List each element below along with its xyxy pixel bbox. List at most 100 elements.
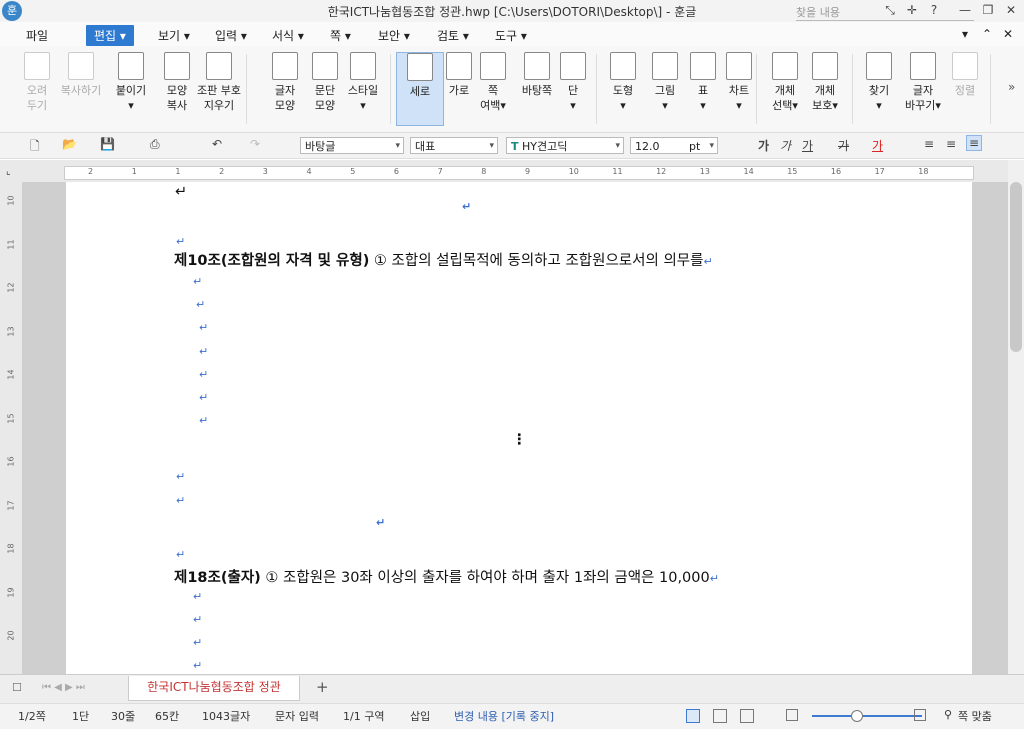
format-painter-icon [164,52,190,80]
undo-icon[interactable]: ↶ [212,137,222,151]
ruler-number: 11 [612,167,623,176]
font-select[interactable]: T HY견고딕 ▾ [506,137,624,154]
shape-label-2: ▾ [620,99,626,112]
return-mark: ↵ [193,590,203,603]
zoom-in-icon[interactable] [914,709,926,721]
style-select[interactable]: 바탕글 ▾ [300,137,404,154]
tab-nav-icons[interactable]: ⏮ ◀ ▶ ⏭ [42,682,85,693]
page-margin-button[interactable]: 쪽여백▾ [470,52,516,113]
vertical-ruler [0,182,22,674]
remove-codes-label-2: 지우기 [203,99,235,112]
scrollbar-thumb[interactable] [1010,182,1022,352]
strikethrough-button[interactable]: 가 [838,137,849,154]
page-margin-label: 쪽 [487,84,499,97]
page-margin-label-2: 여백▾ [480,99,506,112]
format-painter-button[interactable]: 모양 복사 [154,52,200,113]
zoom-out-icon[interactable] [786,709,798,721]
article-10-item-4: ↵ [199,389,208,405]
return-mark: ↵ [193,636,203,649]
remove-codes-button[interactable]: 조판 부호지우기 [196,52,242,113]
sort-label: 정렬 [954,84,976,97]
menu-format[interactable]: 서식 ▾ [272,27,304,44]
tab-list-icon[interactable]: ☐ [12,681,22,694]
zoom-slider-handle[interactable] [851,710,863,722]
zoom-fit-label[interactable]: 쪽 맞춤 [958,708,992,724]
add-tab-button[interactable]: + [316,678,329,696]
view-width-icon[interactable] [713,709,727,723]
find-button[interactable]: 찾기 ▾ [856,52,902,113]
article-10-line-3: ↵ [196,296,205,312]
outline-select[interactable]: 대표 ▾ [410,137,498,154]
align-justify-icon[interactable]: ≡ [924,137,934,151]
paste-button[interactable]: 붙이기 ▾ [108,52,154,113]
shape-button[interactable]: 도형 ▾ [600,52,646,113]
article-18-line-2: ↵ [193,588,202,604]
menu-view[interactable]: 보기 ▾ [158,27,190,44]
font-color-button[interactable]: 가 [872,137,883,154]
cut-button[interactable]: 오려 두기 [14,52,60,113]
return-mark: ↵ [376,516,386,529]
ribbon-more-icon[interactable]: » [1008,80,1015,94]
style-button[interactable]: 스타일 ▾ [340,52,386,113]
return-mark: ↵ [176,470,186,483]
search-input[interactable]: 찾을 내용 [796,4,974,21]
article-10-text-1: ① 조합의 설립목적에 동의하고 조합원으로서의 의무를 [369,253,704,269]
ribbon-separator [756,54,757,124]
menu-file[interactable]: 파일 [26,27,48,44]
article-18-line-4: ↵ [193,634,202,650]
search-dropdown-icon[interactable]: ▾ [962,27,968,41]
status-track-changes[interactable]: 변경 내용 [기록 중지] [454,708,554,724]
redo-icon[interactable]: ↷ [250,137,260,151]
doc-close-icon[interactable]: ✕ [1003,27,1013,41]
article-18-text-1: ① 조합원은 30좌 이상의 출자를 하여야 하며 출자 1좌의 금액은 10,… [260,570,710,586]
view-full-icon[interactable] [740,709,754,723]
ribbon-collapse-icon[interactable]: ⌃ [982,27,992,41]
close-button[interactable]: ✕ [1001,3,1021,17]
status-insert[interactable]: 삽입 [410,708,430,724]
print-icon[interactable]: ⎙ [150,137,160,152]
sort-button[interactable]: 정렬 [942,52,988,98]
ribbon-separator [990,54,991,124]
magnifier-icon[interactable]: ⚲ [944,708,952,721]
vertical-ruler-number: 17 [6,499,16,511]
remove-codes-label: 조판 부호 [197,84,241,97]
status-mode[interactable]: 문자 입력 [275,708,319,724]
view-page-icon[interactable] [686,709,700,723]
menu-page[interactable]: 쪽 ▾ [330,27,351,44]
tab-stop-icon[interactable]: ⌞ [6,166,11,177]
chapter-3-title: ↵ [376,512,385,530]
vertical-ruler-number: 18 [6,543,16,554]
object-protect-button[interactable]: 개체 보호▾ [802,52,848,113]
shape-icon [610,52,636,80]
new-document-icon[interactable]: 🗋 [30,137,40,158]
replace-button[interactable]: 글자 바꾸기▾ [900,52,946,113]
article-10-line-1: 제10조(조합원의 자격 및 유형) ① 조합의 설립목적에 동의하고 조합원으… [174,249,713,270]
italic-button[interactable]: 가 [780,137,791,154]
menu-tools[interactable]: 도구 ▾ [495,27,527,44]
open-folder-icon[interactable]: 📂 [62,137,77,151]
underline-button[interactable]: 가 [802,137,813,154]
ruler-number: 2 [88,167,94,176]
landscape-icon [446,52,472,80]
bold-button[interactable]: 가 [758,137,769,154]
copy-button[interactable]: 복사하기 [58,52,104,98]
status-page[interactable]: 1/2쪽 [18,708,46,724]
tab-document[interactable]: 한국ICT나눔협동조합 정관 [128,676,300,701]
zoom-slider[interactable] [812,715,922,717]
shape-label: 도형 [612,84,634,97]
font-size-input[interactable]: 12.0 pt ▾ [630,137,718,154]
table-icon [690,52,716,80]
menu-edit[interactable]: 편집 ▾ [86,25,134,46]
return-mark: ↵ [176,235,186,248]
save-icon[interactable]: 💾 [100,137,115,151]
menu-insert[interactable]: 입력 ▾ [215,27,247,44]
vertical-ruler-number: 15 [6,412,16,424]
columns-button[interactable]: 단 ▾ [550,52,596,113]
menu-security[interactable]: 보안 ▾ [378,27,410,44]
align-left-icon[interactable]: ≡ [946,137,956,151]
return-mark: ↵ [193,613,203,626]
align-right-icon[interactable]: ≡ [966,135,983,151]
article-18-line-3: ↵ [193,611,202,627]
restore-button[interactable]: ❐ [978,3,998,17]
menu-review[interactable]: 검토 ▾ [437,27,469,44]
